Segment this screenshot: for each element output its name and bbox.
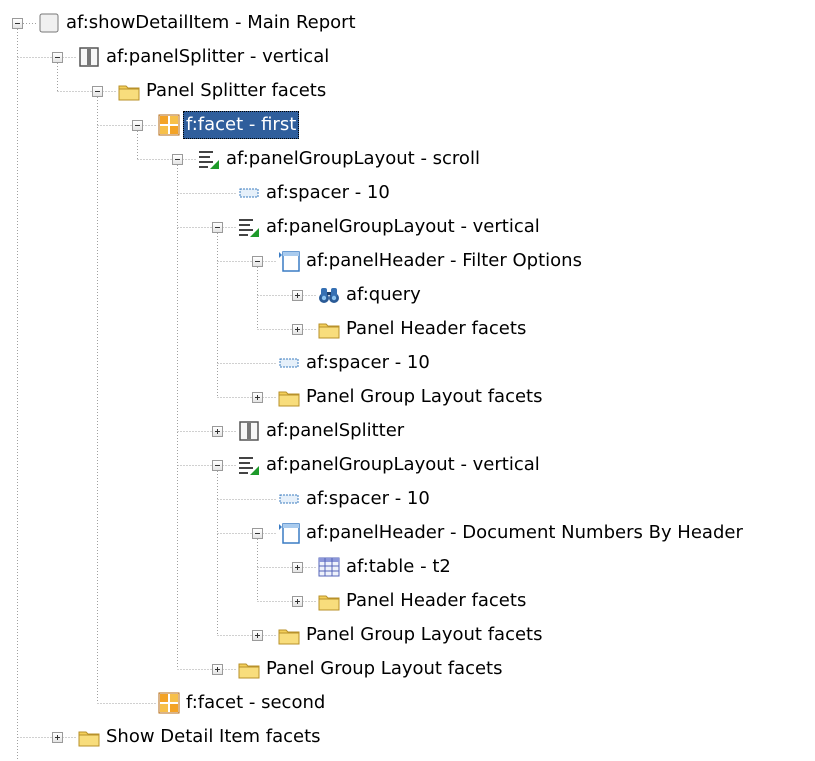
tree-node-label[interactable]: f:facet - second — [183, 689, 328, 717]
tree-node-label[interactable]: af:spacer - 10 — [303, 349, 433, 377]
collapse-toggle[interactable] — [132, 120, 143, 131]
expand-toggle[interactable] — [212, 426, 223, 437]
tree-node-label[interactable]: af:panelGroupLayout - vertical — [263, 213, 543, 241]
tree-node-label[interactable]: af:panelSplitter - vertical — [103, 43, 332, 71]
tree-node-label[interactable]: Panel Splitter facets — [143, 77, 329, 105]
expand-toggle[interactable] — [52, 732, 63, 743]
collapse-toggle[interactable] — [172, 154, 183, 165]
binoculars-icon — [318, 284, 340, 306]
tree-node-label[interactable]: af:panelHeader - Filter Options — [303, 247, 585, 275]
folder-icon — [238, 658, 260, 680]
tree-node-label[interactable]: Panel Group Layout facets — [303, 621, 546, 649]
collapse-toggle[interactable] — [252, 528, 263, 539]
tree-node-label[interactable]: f:facet - first — [183, 111, 300, 139]
tree-node-label[interactable]: af:panelHeader - Document Numbers By Hea… — [303, 519, 746, 547]
collapse-toggle[interactable] — [252, 256, 263, 267]
tree-node-label[interactable]: af:query — [343, 281, 424, 309]
tree-node-label[interactable]: af:table - t2 — [343, 553, 454, 581]
panel-group-layout-icon — [198, 148, 220, 170]
expand-toggle[interactable] — [292, 290, 303, 301]
tree-node-label[interactable]: af:showDetailItem - Main Report — [63, 9, 359, 37]
tree-node-label[interactable]: Panel Group Layout facets — [303, 383, 546, 411]
panel-group-layout-icon — [238, 454, 260, 476]
collapse-toggle[interactable] — [92, 86, 103, 97]
expand-toggle[interactable] — [252, 392, 263, 403]
tree-node-label[interactable]: Panel Header facets — [343, 315, 529, 343]
tree-node-label[interactable]: af:spacer - 10 — [263, 179, 393, 207]
folder-icon — [318, 590, 340, 612]
structure-tree[interactable]: af:showDetailItem - Main Report af:panelS… — [0, 0, 815, 761]
table-icon — [318, 556, 340, 578]
collapse-toggle[interactable] — [212, 460, 223, 471]
folder-icon — [278, 386, 300, 408]
folder-icon — [318, 318, 340, 340]
splitter-icon — [78, 46, 100, 68]
splitter-icon — [238, 420, 260, 442]
tree-node-label[interactable]: af:panelGroupLayout - vertical — [263, 451, 543, 479]
folder-icon — [278, 624, 300, 646]
panel-header-icon — [278, 522, 300, 544]
facet-icon — [158, 114, 180, 136]
facet-icon — [158, 692, 180, 714]
tree-node-label[interactable]: Panel Group Layout facets — [263, 655, 506, 683]
tree-node-label[interactable]: af:panelSplitter — [263, 417, 407, 445]
page-icon — [38, 12, 60, 34]
tree-node-label[interactable]: af:spacer - 10 — [303, 485, 433, 513]
spacer-icon — [278, 488, 300, 510]
spacer-icon — [278, 352, 300, 374]
collapse-toggle[interactable] — [12, 18, 23, 29]
tree-node-label[interactable]: af:panelGroupLayout - scroll — [223, 145, 483, 173]
expand-toggle[interactable] — [292, 596, 303, 607]
folder-icon — [78, 726, 100, 748]
collapse-toggle[interactable] — [52, 52, 63, 63]
expand-toggle[interactable] — [212, 664, 223, 675]
spacer-icon — [238, 182, 260, 204]
panel-header-icon — [278, 250, 300, 272]
panel-group-layout-icon — [238, 216, 260, 238]
folder-icon — [118, 80, 140, 102]
expand-toggle[interactable] — [292, 324, 303, 335]
tree-node-label[interactable]: Show Detail Item facets — [103, 723, 324, 751]
expand-toggle[interactable] — [292, 562, 303, 573]
expand-toggle[interactable] — [252, 630, 263, 641]
tree-node-label[interactable]: Panel Header facets — [343, 587, 529, 615]
collapse-toggle[interactable] — [212, 222, 223, 233]
